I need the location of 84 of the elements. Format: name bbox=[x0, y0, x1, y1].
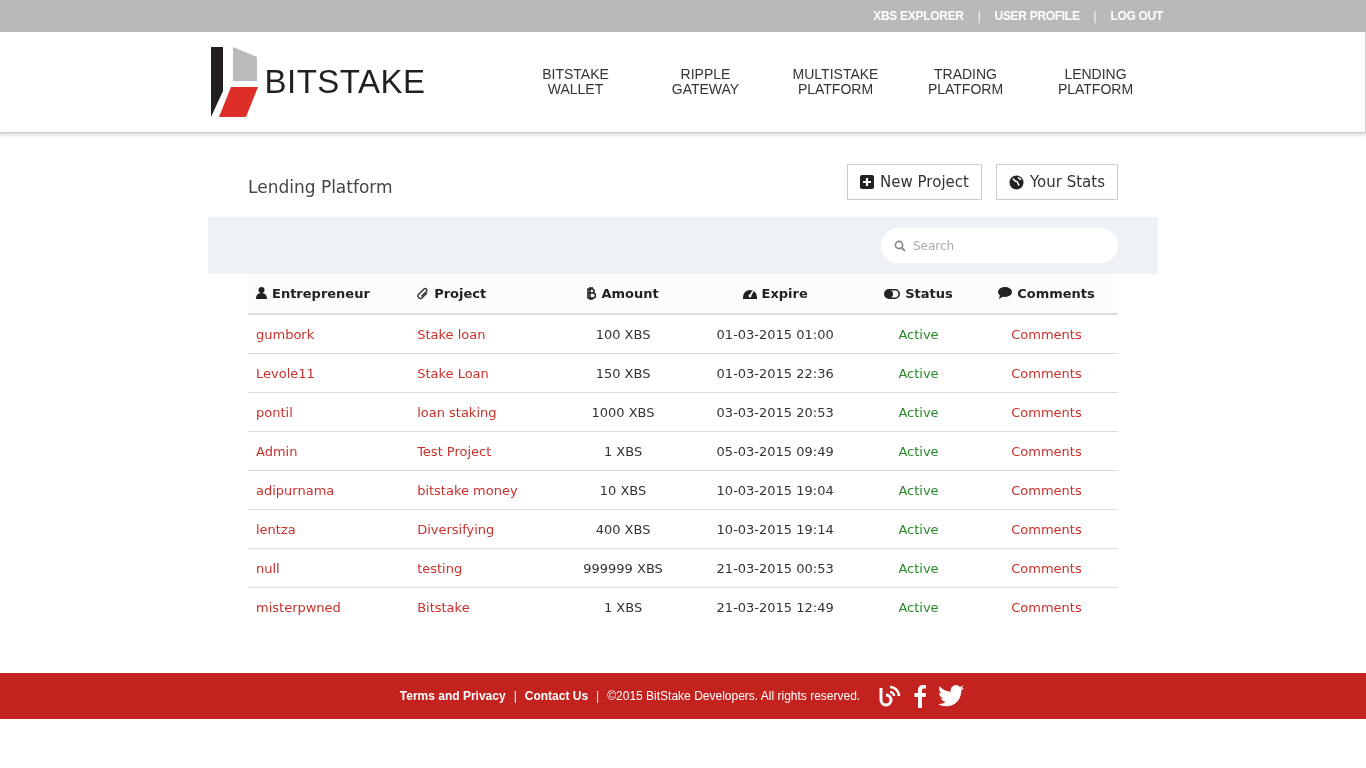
twitter-icon[interactable] bbox=[938, 685, 965, 707]
footer-link[interactable]: Terms and Privacy bbox=[399, 689, 506, 703]
comments-link[interactable]: Comments bbox=[1011, 443, 1082, 459]
search-icon bbox=[894, 240, 906, 252]
search-field[interactable]: Search bbox=[881, 228, 1118, 263]
dashboard-icon bbox=[742, 287, 757, 300]
facebook-icon[interactable] bbox=[914, 684, 927, 708]
status-cell: Active bbox=[898, 521, 939, 537]
comments-link[interactable]: Comments bbox=[1011, 482, 1082, 498]
project-link[interactable]: bitstake money bbox=[417, 482, 518, 498]
speech-bubble-icon bbox=[998, 287, 1013, 300]
amount-cell: 10 XBS bbox=[599, 482, 647, 498]
status-cell: Active bbox=[898, 443, 939, 459]
expire-cell: 01-03-2015 22:36 bbox=[716, 365, 834, 381]
column-header: Comments bbox=[998, 285, 1095, 301]
entrepreneur-link[interactable]: gumbork bbox=[256, 326, 315, 342]
entrepreneur-link[interactable]: misterpwned bbox=[256, 599, 341, 615]
nav-link[interactable]: LENDING PLATFORM bbox=[1030, 67, 1161, 97]
person-icon bbox=[256, 287, 267, 300]
separator: | bbox=[596, 689, 600, 703]
amount-cell: 999999 XBS bbox=[583, 560, 663, 576]
entrepreneur-link[interactable]: null bbox=[256, 560, 280, 576]
logo-icon bbox=[210, 47, 259, 117]
column-header: Project bbox=[417, 285, 487, 301]
expire-cell: 10-03-2015 19:14 bbox=[716, 521, 834, 537]
project-link[interactable]: loan staking bbox=[417, 404, 497, 420]
entrepreneur-link[interactable]: Levole11 bbox=[256, 365, 315, 381]
status-cell: Active bbox=[898, 404, 939, 420]
expire-cell: 21-03-2015 00:53 bbox=[716, 560, 834, 576]
footer-link[interactable]: Contact Us bbox=[524, 689, 589, 703]
bitcoin-icon bbox=[587, 286, 597, 300]
status-cell: Active bbox=[898, 326, 939, 342]
comments-link[interactable]: Comments bbox=[1011, 326, 1082, 342]
column-header: Expire bbox=[742, 285, 808, 301]
nav-link[interactable]: TRADING PLATFORM bbox=[900, 67, 1031, 97]
copyright-text: ©2015 BitStake Developers. All rights reserved. bbox=[607, 689, 861, 703]
separator: | bbox=[977, 9, 981, 23]
status-cell: Active bbox=[898, 560, 939, 576]
expire-cell: 01-03-2015 01:00 bbox=[716, 326, 834, 342]
expire-cell: 05-03-2015 09:49 bbox=[716, 443, 834, 459]
expire-cell: 03-03-2015 20:53 bbox=[716, 404, 834, 420]
entrepreneur-link[interactable]: Admin bbox=[256, 443, 298, 459]
separator: | bbox=[1093, 9, 1097, 23]
comments-link[interactable]: Comments bbox=[1011, 560, 1082, 576]
status-cell: Active bbox=[898, 482, 939, 498]
entrepreneur-link[interactable]: pontil bbox=[256, 404, 293, 420]
amount-cell: 1 XBS bbox=[603, 599, 643, 615]
page-title: Lending Platform bbox=[248, 177, 393, 197]
nav-link[interactable]: BITSTAKE WALLET bbox=[510, 67, 641, 97]
status-cell: Active bbox=[898, 599, 939, 615]
rss-icon[interactable] bbox=[878, 684, 903, 708]
amount-cell: 400 XBS bbox=[595, 521, 651, 537]
logo-text: BITSTAKE bbox=[264, 63, 426, 101]
comments-link[interactable]: Comments bbox=[1011, 404, 1082, 420]
project-link[interactable]: testing bbox=[417, 560, 463, 576]
globe-icon bbox=[1008, 174, 1024, 190]
status-cell: Active bbox=[898, 365, 939, 381]
your-stats-button[interactable]: Your Stats bbox=[995, 164, 1118, 200]
project-link[interactable]: Stake Loan bbox=[417, 365, 489, 381]
expire-cell: 21-03-2015 12:49 bbox=[716, 599, 834, 615]
expire-cell: 10-03-2015 19:04 bbox=[716, 482, 834, 498]
project-link[interactable]: Diversifying bbox=[417, 521, 495, 537]
amount-cell: 1000 XBS bbox=[591, 404, 655, 420]
entrepreneur-link[interactable]: lentza bbox=[256, 521, 296, 537]
comments-link[interactable]: Comments bbox=[1011, 599, 1082, 615]
comments-link[interactable]: Comments bbox=[1011, 365, 1082, 381]
toggle-icon bbox=[884, 288, 901, 299]
nav-link[interactable]: MULTISTAKE PLATFORM bbox=[770, 67, 901, 97]
amount-cell: 1 XBS bbox=[603, 443, 643, 459]
plus-square-icon bbox=[860, 175, 875, 189]
comments-link[interactable]: Comments bbox=[1011, 521, 1082, 537]
column-header: Amount bbox=[587, 285, 659, 301]
new-project-button[interactable]: New Project bbox=[847, 164, 982, 200]
amount-cell: 150 XBS bbox=[595, 365, 651, 381]
entrepreneur-link[interactable]: adipurnama bbox=[256, 482, 335, 498]
nav-link[interactable]: RIPPLE GATEWAY bbox=[640, 67, 771, 97]
project-link[interactable]: Test Project bbox=[417, 443, 492, 459]
column-header: Entrepreneur bbox=[256, 285, 370, 301]
paperclip-icon bbox=[417, 286, 430, 300]
amount-cell: 100 XBS bbox=[595, 326, 651, 342]
column-header: Status bbox=[884, 286, 953, 302]
project-link[interactable]: Stake loan bbox=[417, 326, 486, 342]
separator: | bbox=[513, 689, 517, 703]
project-link[interactable]: Bitstake bbox=[417, 599, 470, 615]
